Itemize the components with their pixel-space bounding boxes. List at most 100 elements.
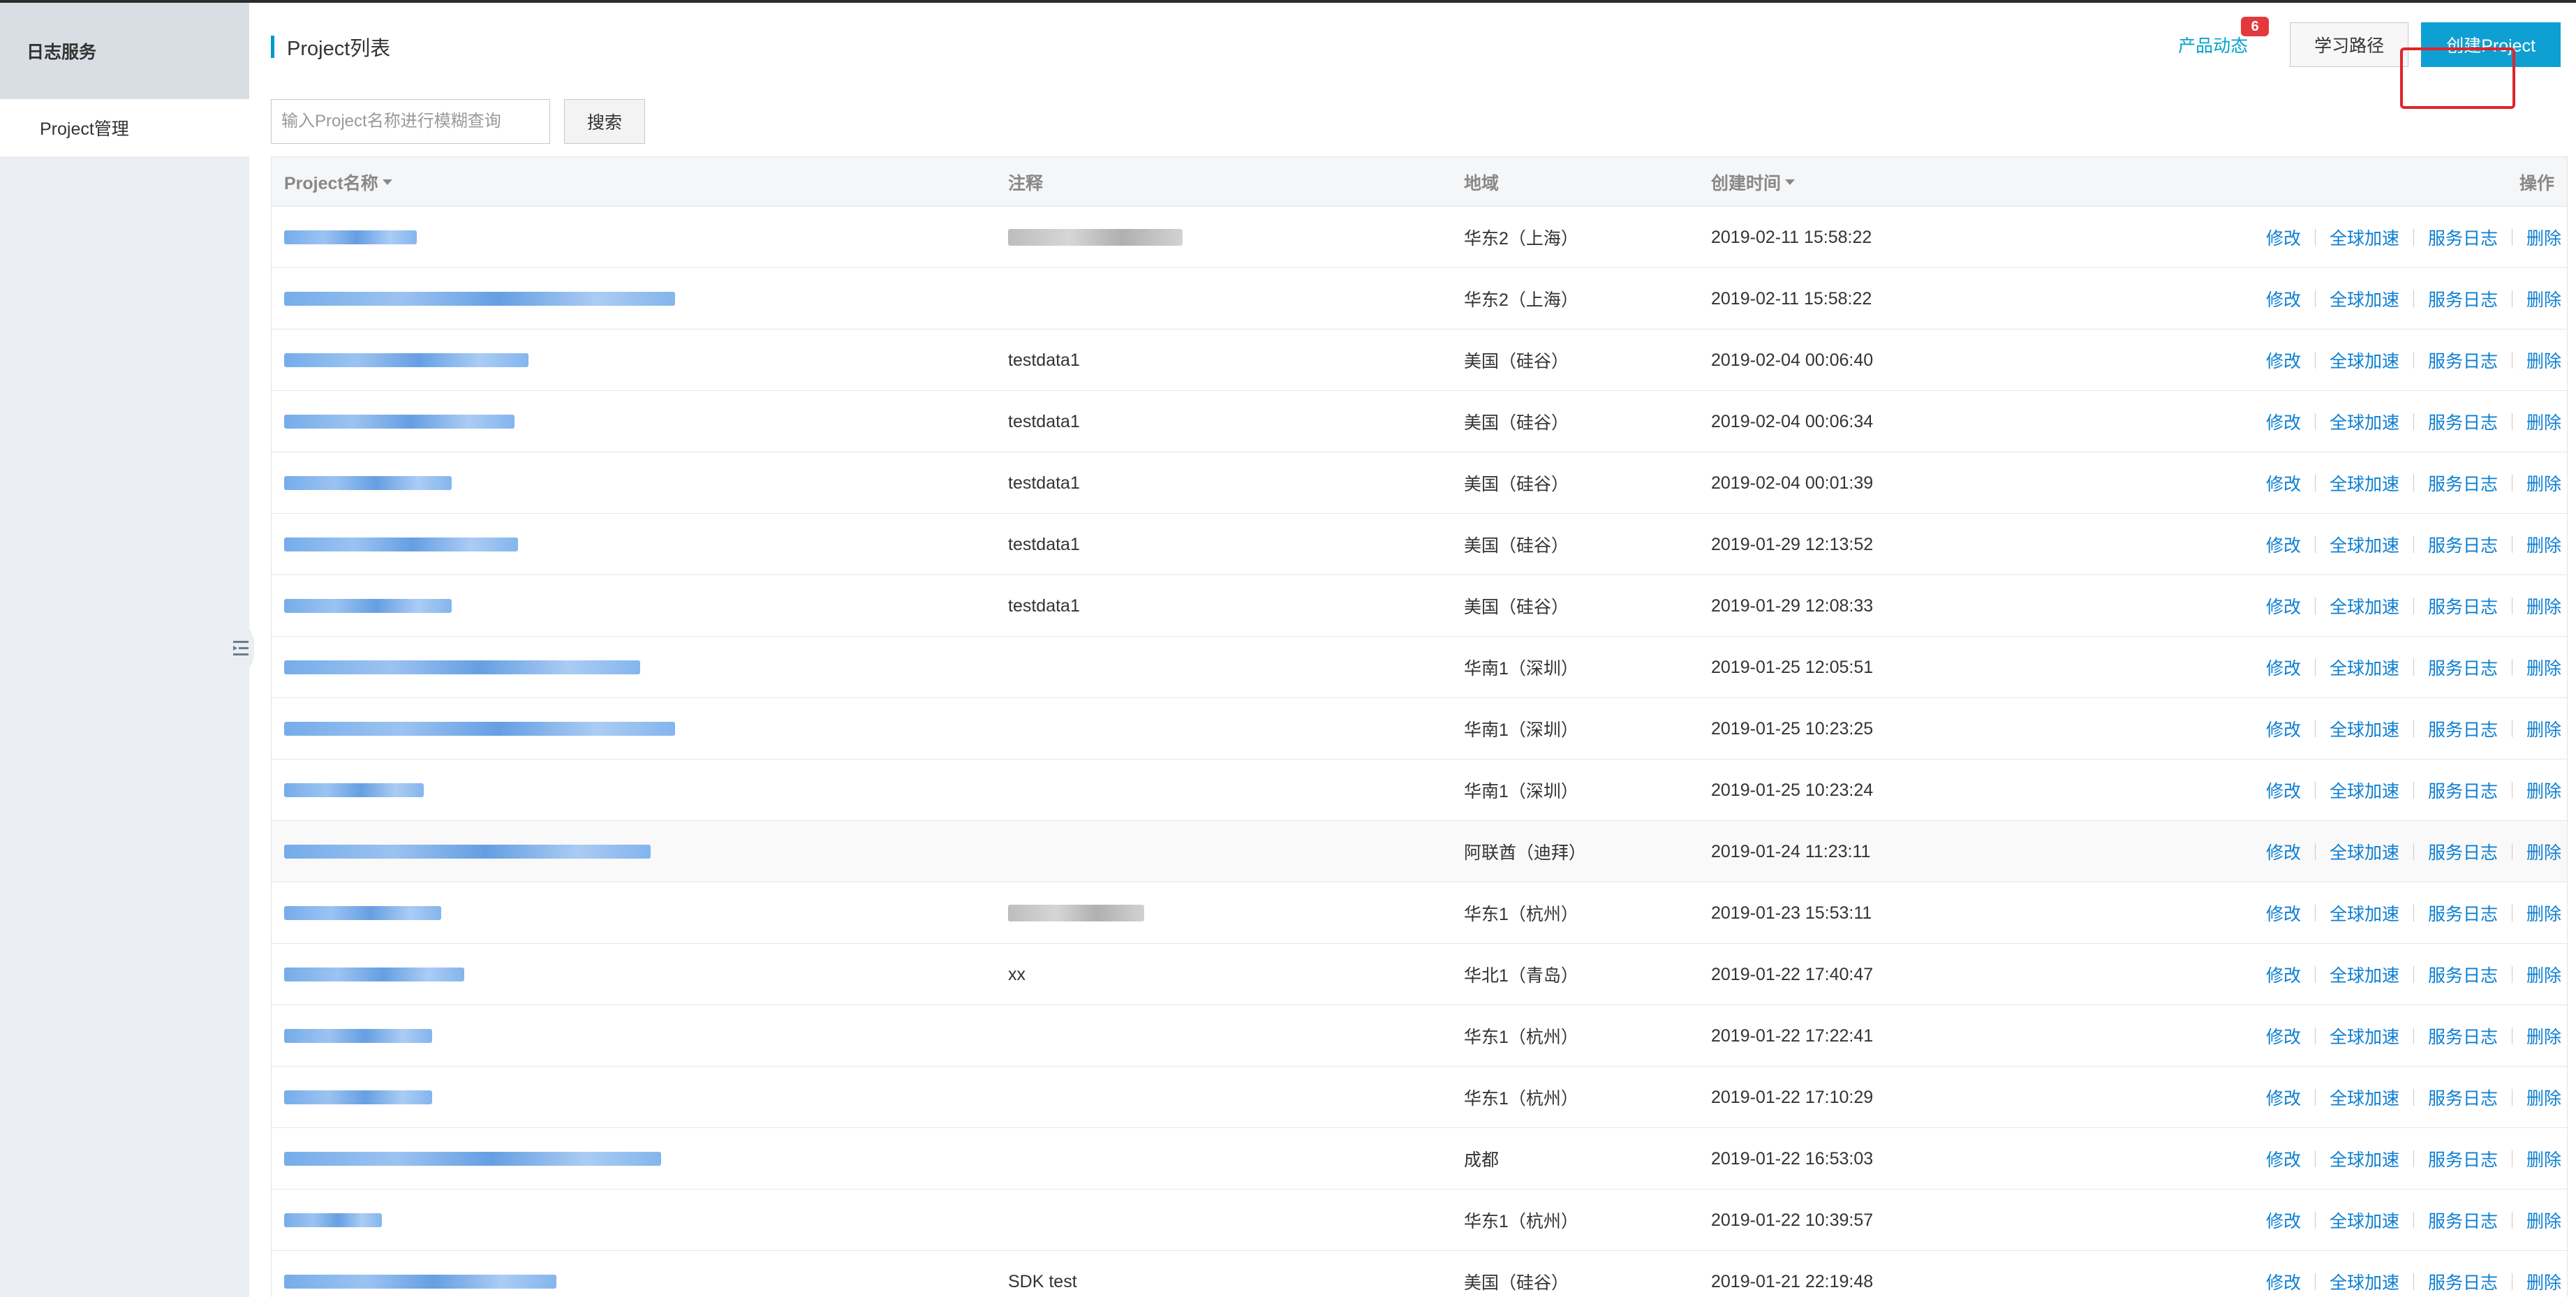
edit-link[interactable]: 修改: [2266, 593, 2301, 618]
delete-link[interactable]: 删除: [2526, 1023, 2561, 1048]
delete-link[interactable]: 删除: [2526, 225, 2561, 250]
project-name-cell[interactable]: [284, 452, 452, 514]
delete-link[interactable]: 删除: [2526, 778, 2561, 803]
edit-link[interactable]: 修改: [2266, 655, 2301, 680]
service-log-link[interactable]: 服务日志: [2428, 839, 2498, 864]
delete-link[interactable]: 删除: [2526, 1208, 2561, 1233]
service-log-link[interactable]: 服务日志: [2428, 1023, 2498, 1048]
service-log-link[interactable]: 服务日志: [2428, 1269, 2498, 1294]
created-time-cell: 2019-01-25 10:23:24: [1711, 780, 1874, 800]
project-name-cell[interactable]: [284, 821, 651, 882]
global-acceleration-link[interactable]: 全球加速: [2330, 286, 2399, 311]
delete-link[interactable]: 删除: [2526, 286, 2561, 311]
global-acceleration-link[interactable]: 全球加速: [2330, 901, 2399, 926]
edit-link[interactable]: 修改: [2266, 1023, 2301, 1048]
column-header-created[interactable]: 创建时间: [1711, 157, 1796, 207]
global-acceleration-link[interactable]: 全球加速: [2330, 655, 2399, 680]
delete-link[interactable]: 删除: [2526, 901, 2561, 926]
edit-link[interactable]: 修改: [2266, 1146, 2301, 1171]
global-acceleration-link[interactable]: 全球加速: [2330, 839, 2399, 864]
delete-link[interactable]: 删除: [2526, 409, 2561, 434]
edit-link[interactable]: 修改: [2266, 1269, 2301, 1294]
edit-link[interactable]: 修改: [2266, 839, 2301, 864]
project-name-cell[interactable]: [284, 575, 452, 637]
service-log-link[interactable]: 服务日志: [2428, 716, 2498, 741]
delete-link[interactable]: 删除: [2526, 839, 2561, 864]
delete-link[interactable]: 删除: [2526, 593, 2561, 618]
service-log-link[interactable]: 服务日志: [2428, 225, 2498, 250]
global-acceleration-link[interactable]: 全球加速: [2330, 532, 2399, 557]
service-log-link[interactable]: 服务日志: [2428, 470, 2498, 496]
global-acceleration-link[interactable]: 全球加速: [2330, 1023, 2399, 1048]
learning-path-button[interactable]: 学习路径: [2290, 22, 2409, 67]
edit-link[interactable]: 修改: [2266, 1208, 2301, 1233]
delete-link[interactable]: 删除: [2526, 1085, 2561, 1110]
edit-link[interactable]: 修改: [2266, 1085, 2301, 1110]
edit-link[interactable]: 修改: [2266, 286, 2301, 311]
global-acceleration-link[interactable]: 全球加速: [2330, 470, 2399, 496]
project-name-cell[interactable]: [284, 1189, 382, 1251]
project-name-cell[interactable]: [284, 1128, 661, 1189]
global-acceleration-link[interactable]: 全球加速: [2330, 962, 2399, 987]
edit-link[interactable]: 修改: [2266, 348, 2301, 373]
delete-link[interactable]: 删除: [2526, 348, 2561, 373]
edit-link[interactable]: 修改: [2266, 901, 2301, 926]
project-name-cell[interactable]: [284, 1005, 432, 1067]
edit-link[interactable]: 修改: [2266, 778, 2301, 803]
delete-link[interactable]: 删除: [2526, 470, 2561, 496]
service-log-link[interactable]: 服务日志: [2428, 1146, 2498, 1171]
service-log-link[interactable]: 服务日志: [2428, 593, 2498, 618]
edit-link[interactable]: 修改: [2266, 962, 2301, 987]
project-name-cell[interactable]: [284, 882, 441, 944]
global-acceleration-link[interactable]: 全球加速: [2330, 1269, 2399, 1294]
delete-link[interactable]: 删除: [2526, 1146, 2561, 1171]
edit-link[interactable]: 修改: [2266, 532, 2301, 557]
project-name-cell[interactable]: [284, 329, 528, 391]
edit-link[interactable]: 修改: [2266, 409, 2301, 434]
global-acceleration-link[interactable]: 全球加速: [2330, 409, 2399, 434]
project-name-cell[interactable]: [284, 944, 464, 1005]
global-acceleration-link[interactable]: 全球加速: [2330, 225, 2399, 250]
edit-link[interactable]: 修改: [2266, 225, 2301, 250]
project-name-cell[interactable]: [284, 268, 675, 329]
page-title: Project列表: [287, 38, 391, 60]
product-news-link[interactable]: 产品动态 6: [2178, 17, 2270, 57]
service-log-link[interactable]: 服务日志: [2428, 532, 2498, 557]
delete-link[interactable]: 删除: [2526, 655, 2561, 680]
global-acceleration-link[interactable]: 全球加速: [2330, 716, 2399, 741]
project-name-cell[interactable]: [284, 514, 518, 575]
edit-link[interactable]: 修改: [2266, 716, 2301, 741]
service-log-link[interactable]: 服务日志: [2428, 1208, 2498, 1233]
delete-link[interactable]: 删除: [2526, 962, 2561, 987]
project-name-cell[interactable]: [284, 759, 424, 821]
delete-link[interactable]: 删除: [2526, 1269, 2561, 1294]
global-acceleration-link[interactable]: 全球加速: [2330, 1146, 2399, 1171]
service-log-link[interactable]: 服务日志: [2428, 655, 2498, 680]
service-log-link[interactable]: 服务日志: [2428, 286, 2498, 311]
global-acceleration-link[interactable]: 全球加速: [2330, 593, 2399, 618]
global-acceleration-link[interactable]: 全球加速: [2330, 1208, 2399, 1233]
column-header-name[interactable]: Project名称: [284, 157, 392, 207]
service-log-link[interactable]: 服务日志: [2428, 901, 2498, 926]
search-input[interactable]: [271, 99, 550, 144]
service-log-link[interactable]: 服务日志: [2428, 962, 2498, 987]
sidebar-collapse-handle[interactable]: [228, 618, 254, 679]
service-log-link[interactable]: 服务日志: [2428, 778, 2498, 803]
global-acceleration-link[interactable]: 全球加速: [2330, 778, 2399, 803]
service-log-link[interactable]: 服务日志: [2428, 409, 2498, 434]
project-name-cell[interactable]: [284, 207, 417, 268]
service-log-link[interactable]: 服务日志: [2428, 1085, 2498, 1110]
delete-link[interactable]: 删除: [2526, 716, 2561, 741]
project-name-cell[interactable]: [284, 391, 515, 452]
edit-link[interactable]: 修改: [2266, 470, 2301, 496]
project-name-cell[interactable]: [284, 698, 675, 759]
search-button[interactable]: 搜索: [564, 99, 645, 144]
sidebar-item-project-management[interactable]: Project管理: [0, 99, 249, 156]
project-name-cell[interactable]: [284, 637, 640, 698]
global-acceleration-link[interactable]: 全球加速: [2330, 1085, 2399, 1110]
delete-link[interactable]: 删除: [2526, 532, 2561, 557]
project-name-cell[interactable]: [284, 1067, 432, 1128]
project-name-cell[interactable]: [284, 1251, 556, 1297]
global-acceleration-link[interactable]: 全球加速: [2330, 348, 2399, 373]
service-log-link[interactable]: 服务日志: [2428, 348, 2498, 373]
